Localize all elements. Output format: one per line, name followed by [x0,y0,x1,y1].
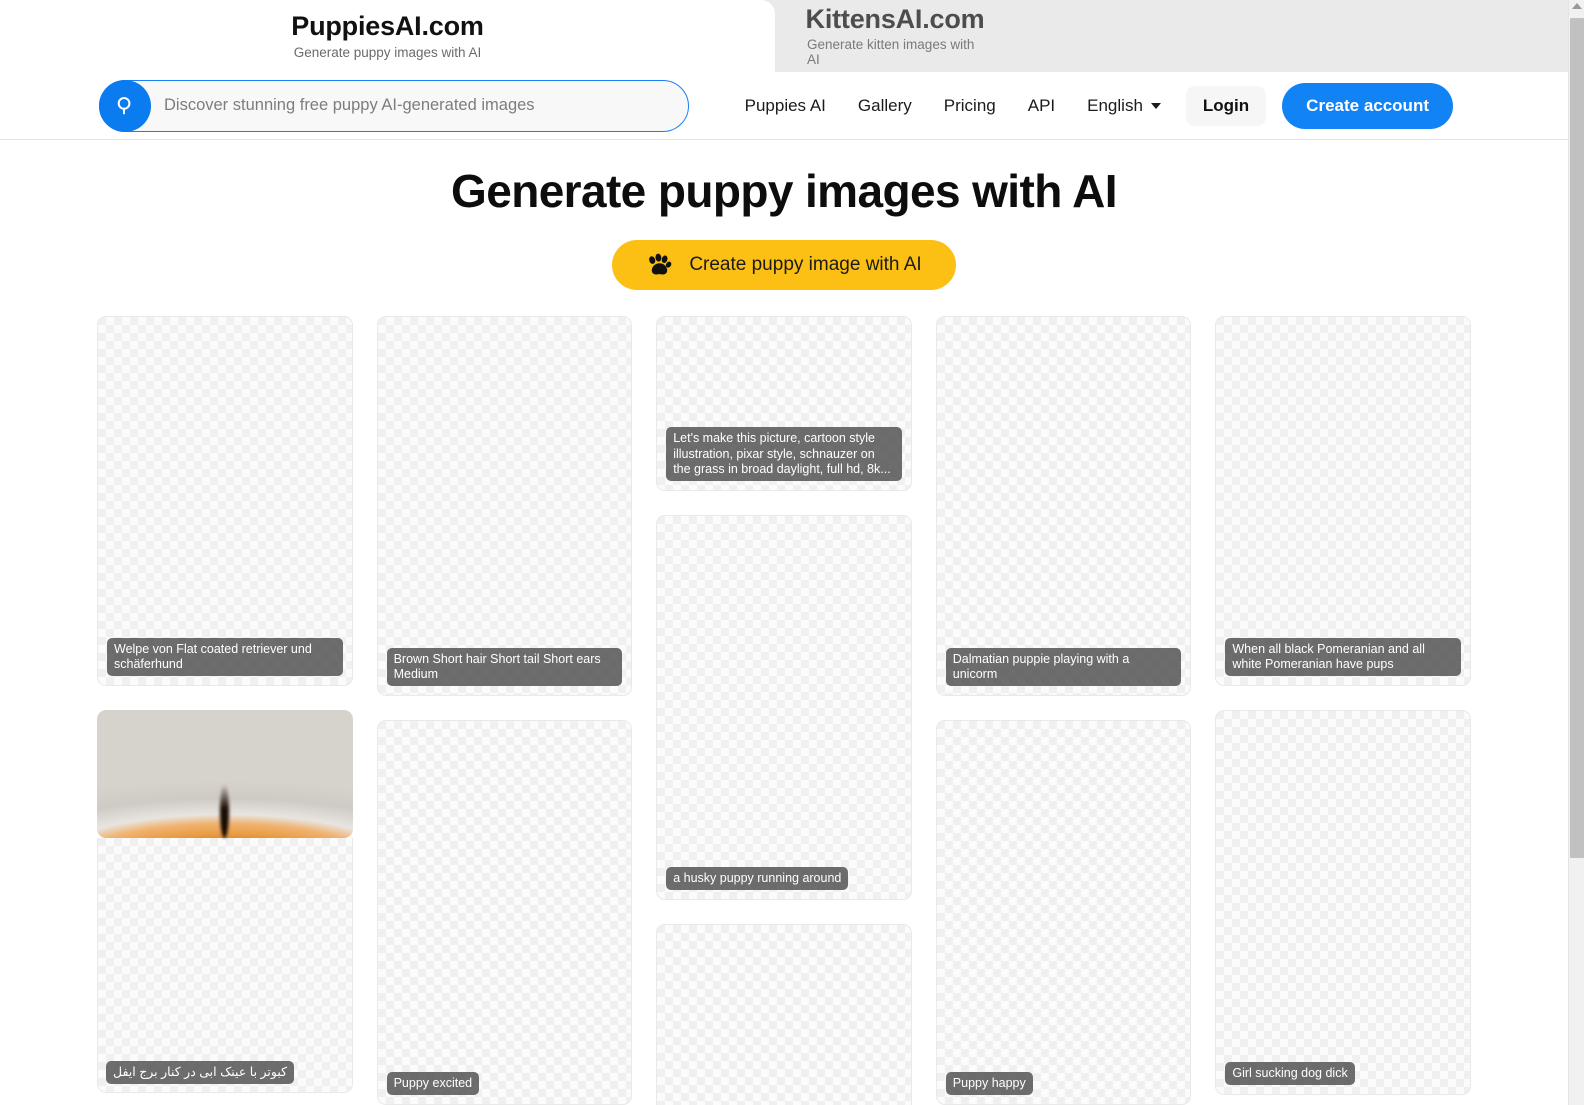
search-submit-button[interactable] [99,79,151,132]
gallery-card[interactable]: Puppy excited [376,720,633,1105]
tab-puppiesai-title: PuppiesAI.com [291,11,484,42]
gallery-card[interactable]: کبوتر با عینک ابی در کنار برج ایفل [97,710,353,1093]
gallery-card-caption: کبوتر با عینک ابی در کنار برج ایفل [106,1060,295,1084]
gallery-card[interactable]: a husky puppy running around [656,515,912,900]
gallery-card-caption: Let's make this picture, cartoon style i… [666,427,902,481]
browser-viewport: PuppiesAI.com Generate puppy images with… [0,0,1568,1105]
main-navigation-bar: Puppies AI Gallery Pricing API English L… [0,72,1568,140]
language-selector-label: English [1087,95,1143,115]
gallery-card[interactable]: When all black Pomeranian and all white … [1215,316,1471,686]
gallery-card-caption: When all black Pomeranian and all white … [1225,637,1461,676]
gallery-card-caption: Brown Short hair Short tail Short ears M… [386,647,623,686]
create-puppy-image-button[interactable]: Create puppy image with AI [612,240,956,290]
create-account-button[interactable]: Create account [1282,82,1453,129]
chevron-down-icon [1150,102,1161,109]
create-puppy-image-label: Create puppy image with AI [689,254,922,275]
tab-puppiesai[interactable]: PuppiesAI.com Generate puppy images with… [0,0,775,72]
thumbnail-placeholder [97,838,353,1093]
scroll-up-arrow-icon[interactable] [1572,3,1582,9]
site-tab-bar: PuppiesAI.com Generate puppy images with… [0,0,1568,72]
gallery-card[interactable]: Let's make this picture, cartoon style i… [656,316,912,491]
nav-link-gallery[interactable]: Gallery [842,88,928,124]
search-input[interactable] [99,79,689,132]
gallery-card-caption: a husky puppy running around [666,866,849,890]
nav-links: Puppies AI Gallery Pricing API English L… [729,82,1453,129]
gallery-card-caption: Girl sucking dog dick [1225,1061,1355,1085]
search-bar [99,79,689,132]
tab-kittensai-subtitle: Generate kitten images with AI [807,37,975,68]
hero-section: Generate puppy images with AI Create pup… [0,140,1568,290]
gallery-card[interactable]: Welpe von Flat coated retriever und schä… [97,316,353,686]
gallery-card[interactable]: Brown Short hair Short tail Short ears M… [376,316,633,696]
search-icon [117,97,130,115]
gallery-card-caption: Puppy happy [945,1071,1033,1095]
image-gallery: Welpe von Flat coated retriever und schä… [0,316,1568,1105]
language-selector[interactable]: English [1071,88,1177,124]
gallery-card-caption: Dalmatian puppie playing with a unicorm [945,647,1182,686]
scrollbar-thumb[interactable] [1570,18,1584,858]
gallery-card-caption: Puppy excited [386,1071,480,1095]
tab-kittensai-title: KittensAI.com [805,3,985,34]
tab-puppiesai-subtitle: Generate puppy images with AI [293,44,482,60]
login-button[interactable]: Login [1185,85,1267,126]
paw-icon [649,253,672,275]
gallery-card[interactable]: Girl sucking dog dick [1215,710,1471,1095]
nav-link-pricing[interactable]: Pricing [928,88,1012,124]
gallery-card[interactable] [656,924,912,1105]
gallery-card-caption: Welpe von Flat coated retriever und schä… [107,637,343,676]
nav-link-puppies-ai[interactable]: Puppies AI [729,88,842,124]
gallery-card[interactable]: Puppy happy [935,720,1192,1105]
page-title: Generate puppy images with AI [451,165,1118,217]
tab-kittensai[interactable]: KittensAI.com Generate kitten images wit… [775,0,1015,72]
nav-link-api[interactable]: API [1012,88,1071,124]
thumbnail-image-fur-stripe [219,784,229,838]
gallery-card[interactable]: Dalmatian puppie playing with a unicorm [935,316,1192,696]
vertical-scrollbar[interactable] [1568,0,1584,1105]
